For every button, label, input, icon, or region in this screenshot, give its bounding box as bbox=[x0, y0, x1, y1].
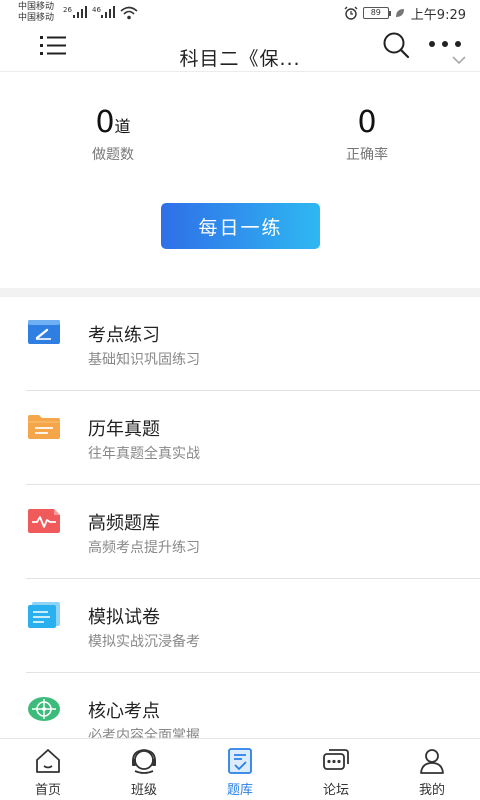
list-item-topic-practice[interactable]: 考点练习 基础知识巩固练习 bbox=[0, 297, 480, 391]
list-item-high-frequency[interactable]: 高频题库 高频考点提升练习 bbox=[0, 485, 480, 579]
tab-forum[interactable]: 论坛 bbox=[288, 739, 384, 800]
bottom-tab-bar: 首页 班级 题库 论坛 我的 bbox=[0, 738, 480, 800]
carrier-1: 中国移动 bbox=[18, 2, 55, 12]
tab-class[interactable]: 班级 bbox=[96, 739, 192, 800]
signal-icon bbox=[73, 6, 89, 18]
tab-label: 题库 bbox=[226, 783, 253, 798]
pulse-card-icon bbox=[28, 509, 60, 533]
alarm-icon bbox=[344, 6, 358, 20]
tab-profile[interactable]: 我的 bbox=[384, 739, 480, 800]
list-item-subtitle: 高频考点提升练习 bbox=[88, 540, 200, 556]
tab-label: 首页 bbox=[34, 783, 61, 798]
list-item-mock-exam[interactable]: 模拟试卷 模拟实战沉浸备考 bbox=[0, 579, 480, 673]
leaf-icon bbox=[395, 9, 404, 17]
signal-icon bbox=[101, 6, 117, 18]
list-item-subtitle: 模拟实战沉浸备考 bbox=[88, 634, 200, 650]
list-item-title: 模拟试卷 bbox=[88, 607, 160, 628]
class-icon bbox=[132, 749, 156, 774]
clock: 上午9:29 bbox=[410, 7, 466, 23]
home-icon bbox=[36, 749, 60, 773]
search-icon[interactable] bbox=[382, 31, 410, 59]
list-item-title: 高频题库 bbox=[88, 513, 160, 534]
list-item-title: 核心考点 bbox=[88, 701, 160, 722]
daily-practice-button[interactable]: 每日一练 bbox=[161, 203, 320, 249]
accuracy-label: 正确率 bbox=[346, 147, 388, 163]
network-type-1: 26 bbox=[63, 6, 72, 14]
more-icon[interactable] bbox=[428, 40, 462, 48]
accuracy-value: 0 bbox=[357, 105, 377, 140]
profile-icon bbox=[420, 749, 444, 774]
folder-icon bbox=[28, 415, 60, 439]
battery-icon: 89 bbox=[362, 7, 391, 19]
list-item-subtitle: 基础知识巩固练习 bbox=[88, 352, 200, 368]
target-icon bbox=[28, 697, 60, 721]
tab-label: 论坛 bbox=[322, 783, 349, 798]
tab-home[interactable]: 首页 bbox=[0, 739, 96, 800]
list-item-past-exams[interactable]: 历年真题 往年真题全真实战 bbox=[0, 391, 480, 485]
list-item-subtitle: 往年真题全真实战 bbox=[88, 446, 200, 462]
list-item-title: 历年真题 bbox=[88, 419, 160, 440]
carrier-2: 中国移动 bbox=[18, 13, 55, 23]
network-type-2: 46 bbox=[92, 6, 101, 14]
questions-done-stat: 0道 做题数 bbox=[68, 106, 158, 164]
section-divider bbox=[0, 288, 480, 297]
document-icon bbox=[28, 602, 60, 628]
chevron-down-icon[interactable] bbox=[452, 55, 466, 65]
status-right: 89 上午9:29 bbox=[344, 5, 466, 23]
question-bank-icon bbox=[228, 748, 252, 774]
tab-question-bank[interactable]: 题库 bbox=[192, 739, 288, 800]
forum-icon bbox=[323, 749, 349, 770]
wifi-icon bbox=[120, 6, 138, 20]
app-screen: 中国移动 中国移动 26 46 89 上午9:29 科目二《保... 0道 做题… bbox=[0, 0, 480, 800]
questions-done-unit: 道 bbox=[114, 117, 131, 136]
pencil-card-icon bbox=[28, 320, 60, 344]
list-item-title: 考点练习 bbox=[88, 325, 160, 346]
questions-done-value: 0 bbox=[95, 105, 115, 140]
app-header: 科目二《保... bbox=[0, 28, 480, 72]
tab-label: 我的 bbox=[418, 783, 445, 798]
questions-done-label: 做题数 bbox=[92, 147, 134, 163]
tab-label: 班级 bbox=[130, 783, 157, 798]
accuracy-stat: 0 正确率 bbox=[322, 106, 412, 164]
carrier-labels: 中国移动 中国移动 bbox=[18, 2, 54, 24]
status-bar: 中国移动 中国移动 26 46 89 上午9:29 bbox=[0, 0, 480, 28]
